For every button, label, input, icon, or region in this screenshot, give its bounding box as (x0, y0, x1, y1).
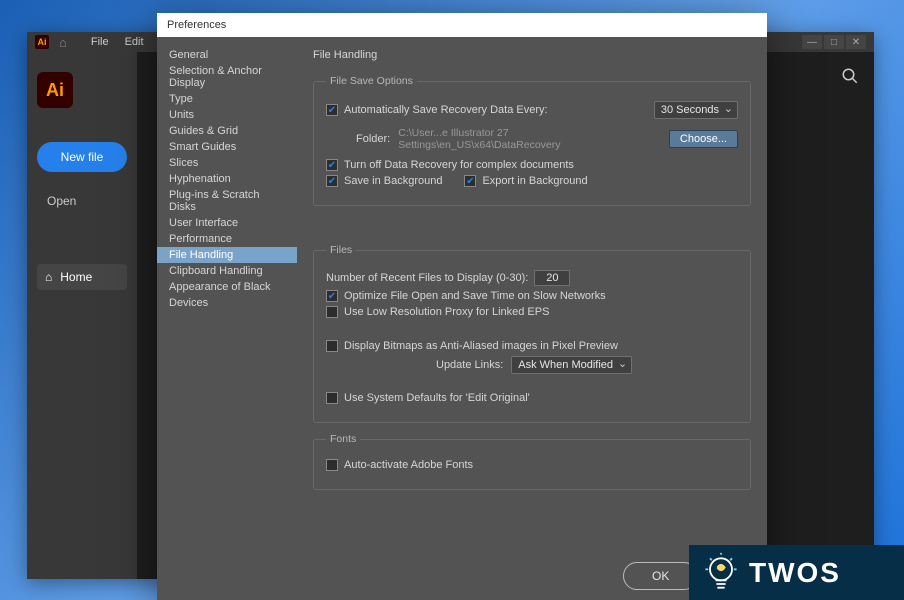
files-group: Files Number of Recent Files to Display … (313, 244, 751, 423)
pref-nav-item-units[interactable]: Units (157, 107, 297, 123)
export-in-background-label: Export in Background (482, 175, 587, 187)
preferences-content: File Handling File Save Options Automati… (297, 37, 767, 552)
update-links-label: Update Links: (436, 359, 503, 371)
bitmaps-checkbox[interactable] (326, 340, 338, 352)
recent-files-input[interactable] (534, 270, 570, 286)
content-heading: File Handling (313, 49, 751, 61)
maximize-button[interactable]: □ (824, 35, 844, 49)
fonts-group: Fonts Auto-activate Adobe Fonts (313, 433, 751, 490)
pref-nav-item-appearance-of-black[interactable]: Appearance of Black (157, 279, 297, 295)
ai-menu-bar: File Edit (77, 34, 150, 50)
pref-nav-item-hyphenation[interactable]: Hyphenation (157, 171, 297, 187)
low-res-proxy-checkbox[interactable] (326, 306, 338, 318)
save-in-background-label: Save in Background (344, 175, 442, 187)
sidebar-item-home[interactable]: ⌂ Home (37, 264, 127, 290)
folder-label: Folder: (356, 133, 390, 145)
low-res-proxy-label: Use Low Resolution Proxy for Linked EPS (344, 306, 549, 318)
choose-folder-button[interactable]: Choose... (669, 130, 738, 148)
pref-nav-item-general[interactable]: General (157, 47, 297, 63)
preferences-dialog: Preferences GeneralSelection & Anchor Di… (157, 13, 767, 600)
menu-edit[interactable]: Edit (119, 34, 150, 50)
pref-nav-item-plug-ins-scratch-disks[interactable]: Plug-ins & Scratch Disks (157, 187, 297, 215)
recent-files-label: Number of Recent Files to Display (0-30)… (326, 272, 528, 284)
pref-nav-item-guides-grid[interactable]: Guides & Grid (157, 123, 297, 139)
pref-nav-item-user-interface[interactable]: User Interface (157, 215, 297, 231)
house-icon: ⌂ (45, 270, 52, 284)
watermark-logo: TWOS (689, 545, 904, 600)
turn-off-recovery-label: Turn off Data Recovery for complex docum… (344, 159, 574, 171)
ok-button[interactable]: OK (623, 562, 698, 590)
optimize-label: Optimize File Open and Save Time on Slow… (344, 290, 606, 302)
preferences-nav: GeneralSelection & Anchor DisplayTypeUni… (157, 37, 297, 552)
folder-path: C:\User...e Illustrator 27 Settings\en_U… (398, 127, 663, 151)
ai-sidebar: Ai New file Open ⌂ Home (27, 52, 137, 579)
preferences-title: Preferences (167, 19, 226, 31)
preferences-footer: OK C (157, 552, 767, 600)
export-in-background-checkbox[interactable] (464, 175, 476, 187)
window-controls: — □ ✕ (802, 35, 866, 49)
preferences-titlebar: Preferences (157, 13, 767, 37)
files-legend: Files (326, 244, 356, 256)
pref-nav-item-file-handling[interactable]: File Handling (157, 247, 297, 263)
pref-nav-item-selection-anchor-display[interactable]: Selection & Anchor Display (157, 63, 297, 91)
save-in-background-checkbox[interactable] (326, 175, 338, 187)
auto-save-checkbox[interactable] (326, 104, 338, 116)
new-file-button[interactable]: New file (37, 142, 127, 172)
pref-nav-item-smart-guides[interactable]: Smart Guides (157, 139, 297, 155)
file-save-options-legend: File Save Options (326, 75, 417, 87)
auto-activate-fonts-label: Auto-activate Adobe Fonts (344, 459, 473, 471)
sidebar-home-label: Home (60, 270, 92, 284)
auto-save-label: Automatically Save Recovery Data Every: (344, 104, 548, 116)
search-icon[interactable] (841, 67, 859, 90)
auto-activate-fonts-checkbox[interactable] (326, 459, 338, 471)
optimize-checkbox[interactable] (326, 290, 338, 302)
ai-logo-small: Ai (35, 35, 49, 49)
bitmaps-label: Display Bitmaps as Anti-Aliased images i… (344, 340, 618, 352)
system-defaults-checkbox[interactable] (326, 392, 338, 404)
system-defaults-label: Use System Defaults for 'Edit Original' (344, 392, 530, 404)
pref-nav-item-devices[interactable]: Devices (157, 295, 297, 311)
preferences-body: GeneralSelection & Anchor DisplayTypeUni… (157, 37, 767, 552)
auto-save-interval-select[interactable]: 30 Seconds (654, 101, 738, 119)
minimize-button[interactable]: — (802, 35, 822, 49)
update-links-select[interactable]: Ask When Modified (511, 356, 632, 374)
home-icon[interactable]: ⌂ (59, 35, 67, 50)
pref-nav-item-slices[interactable]: Slices (157, 155, 297, 171)
menu-file[interactable]: File (85, 34, 115, 50)
fonts-legend: Fonts (326, 433, 360, 445)
watermark-text: TWOS (749, 557, 841, 589)
ai-logo-large: Ai (37, 72, 73, 108)
turn-off-recovery-checkbox[interactable] (326, 159, 338, 171)
close-button[interactable]: ✕ (846, 35, 866, 49)
pref-nav-item-type[interactable]: Type (157, 91, 297, 107)
open-button[interactable]: Open (37, 186, 127, 216)
file-save-options-group: File Save Options Automatically Save Rec… (313, 75, 751, 206)
lightbulb-icon (699, 551, 743, 595)
pref-nav-item-clipboard-handling[interactable]: Clipboard Handling (157, 263, 297, 279)
pref-nav-item-performance[interactable]: Performance (157, 231, 297, 247)
